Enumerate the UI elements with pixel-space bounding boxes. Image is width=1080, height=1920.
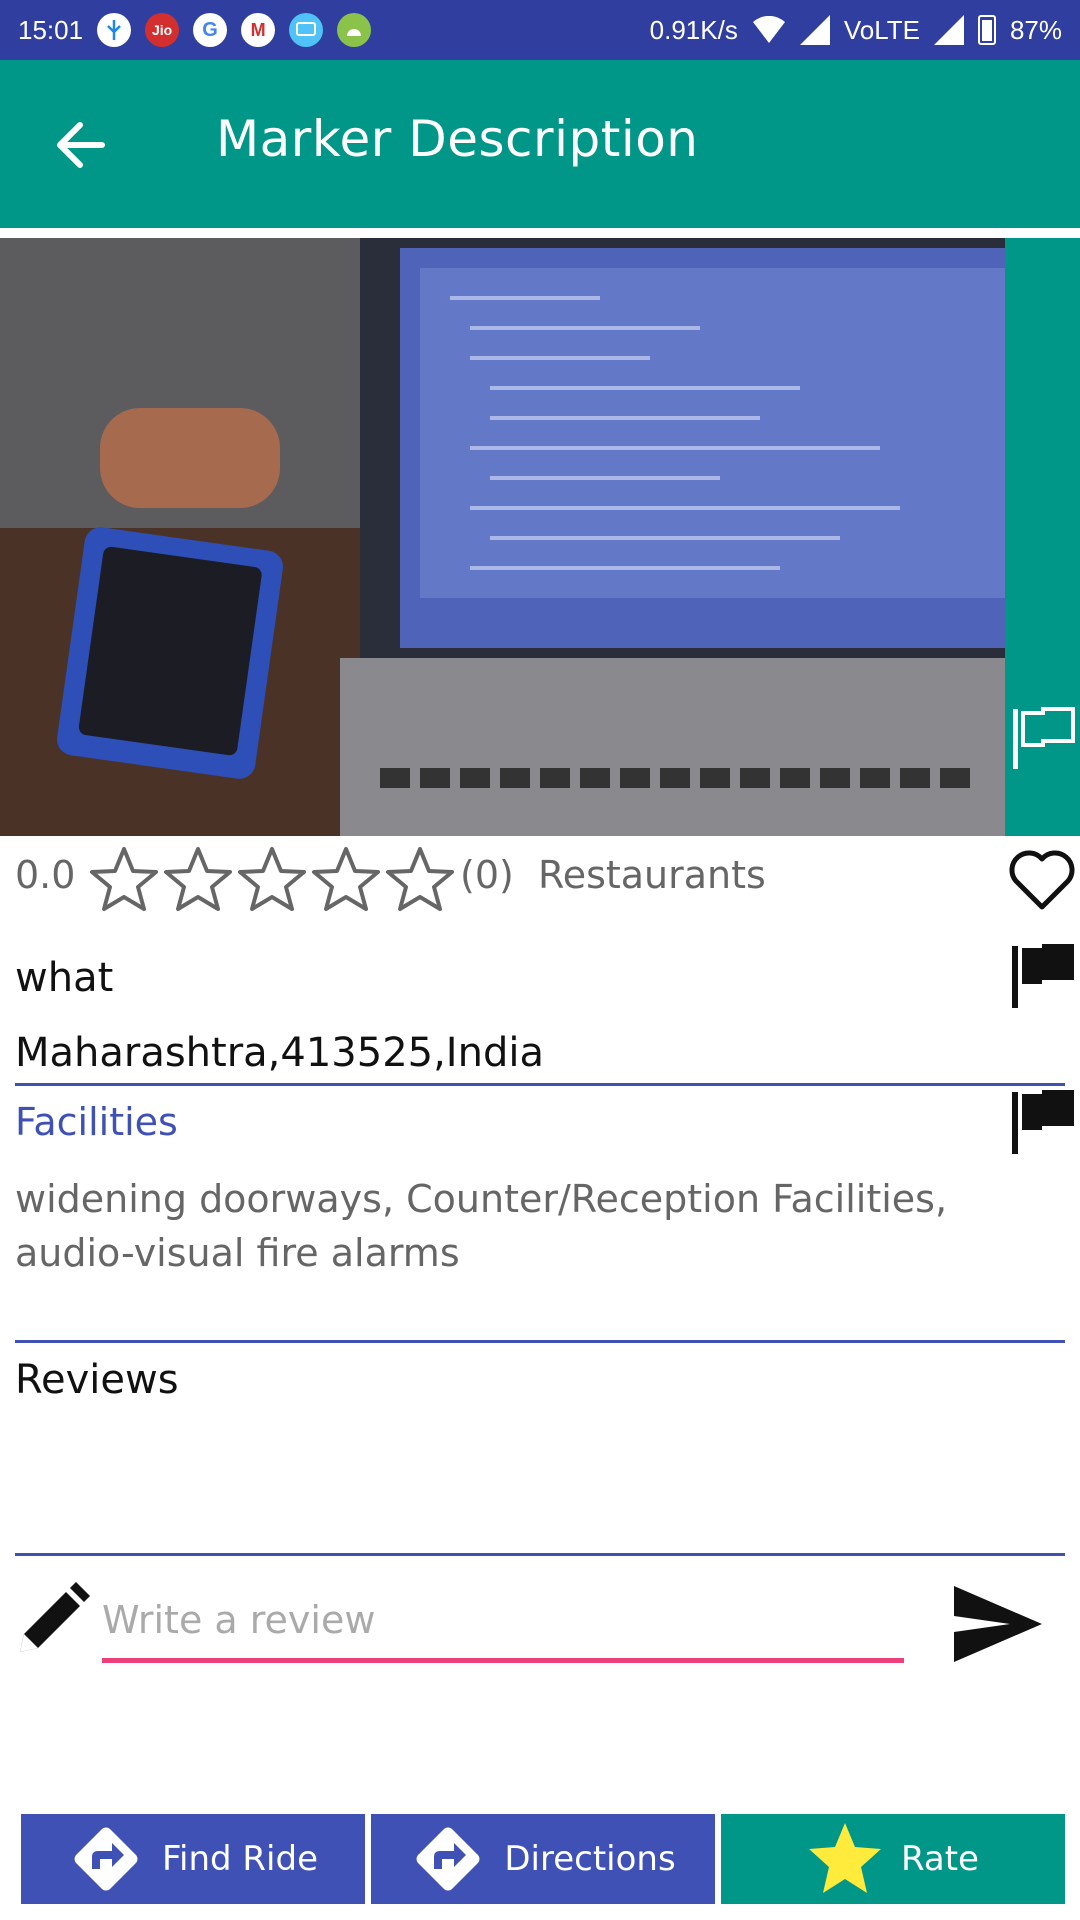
status-bar: 15:01 Jio G M 0.91K/s VoLTE 87% [0,0,1080,60]
network-speed: 0.91K/s [649,14,738,45]
find-ride-button[interactable]: Find Ride [21,1814,365,1904]
android-icon [337,13,372,47]
flag-icon[interactable] [1008,1088,1076,1156]
status-left: 15:01 Jio G M [18,13,372,47]
category-label: Restaurants [538,853,766,897]
review-input-underline [102,1658,904,1663]
status-right: 0.91K/s VoLTE 87% [650,15,1062,46]
status-time: 15:01 [18,14,84,45]
facilities-label: Facilities [15,1100,178,1144]
rate-label: Rate [901,1839,979,1879]
signal-icon-2 [933,15,964,45]
directions-label: Directions [504,1839,676,1879]
divider [15,1553,1065,1556]
heart-icon[interactable] [1008,849,1076,911]
battery-level: 87% [1009,14,1062,45]
divider [15,1083,1065,1086]
reviews-label: Reviews [15,1357,179,1403]
cast-icon [289,13,324,47]
rate-button[interactable]: Rate [721,1814,1065,1904]
app-bar: Marker Description [0,60,1080,228]
rating-row: 0.0 (0) Restaurants [0,845,1080,915]
star-outline-icon[interactable] [88,845,160,913]
flag-icon[interactable] [1008,942,1076,1010]
flag-outline-icon[interactable] [1009,705,1077,773]
star-outline-icon[interactable] [310,845,382,913]
wifi-icon [752,16,785,43]
screen: 15:01 Jio G M 0.91K/s VoLTE 87% Marker D… [0,0,1080,1920]
pencil-icon [20,1582,90,1652]
photo-side-strip [1005,238,1080,836]
directions-icon [416,1827,480,1891]
directions-icon [74,1827,138,1891]
star-outline-icon[interactable] [236,845,308,913]
marker-photo [0,238,1005,836]
review-input[interactable] [102,1590,902,1650]
usb-icon [97,13,132,47]
rating-count: (0) [460,853,514,897]
battery-icon [977,15,996,45]
place-name: what [15,955,114,1001]
star-outline-icon[interactable] [384,845,456,913]
divider [15,1340,1065,1343]
facilities-text: widening doorways, Counter/Reception Fac… [15,1177,948,1275]
network-label: VoLTE [843,14,920,45]
photo-image [0,238,1005,836]
google-icon: G [193,13,228,47]
page-title: Marker Description [216,110,699,168]
arrow-back-icon[interactable] [52,115,112,175]
directions-button[interactable]: Directions [371,1814,715,1904]
send-icon[interactable] [950,1582,1046,1666]
signal-icon [799,15,830,45]
rating-stars[interactable] [88,845,456,913]
find-ride-label: Find Ride [161,1839,319,1879]
star-icon [809,1823,882,1893]
place-address: Maharashtra,413525,India [15,1030,544,1076]
rating-value: 0.0 [15,853,76,897]
gmail-icon: M [241,13,276,47]
star-outline-icon[interactable] [162,845,234,913]
jio-icon: Jio [145,13,180,47]
